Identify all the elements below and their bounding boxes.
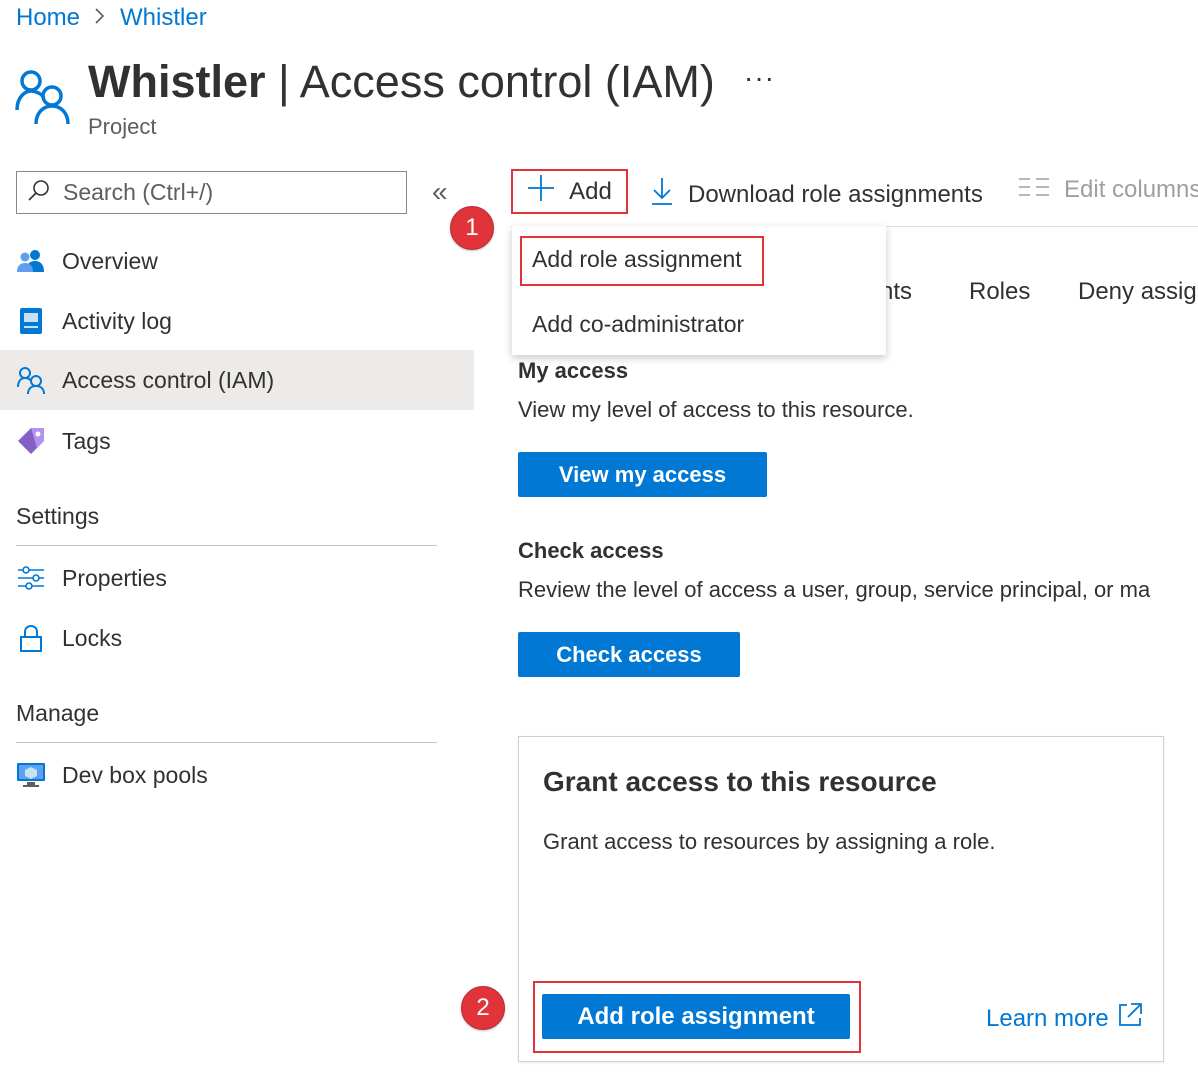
external-link-icon (1117, 1002, 1143, 1035)
edit-columns-button[interactable]: Edit columns (1018, 176, 1198, 204)
iam-header-icon (14, 66, 72, 126)
overview-users-icon (16, 246, 46, 276)
grant-card-title: Grant access to this resource (543, 766, 937, 797)
sidebar-item-label: Tags (62, 427, 111, 454)
iam-people-icon (16, 365, 46, 395)
resource-type: Project (88, 114, 157, 139)
dev-box-icon (16, 760, 46, 790)
sidebar-item-label: Dev box pools (62, 761, 208, 788)
sidebar-item-access-control[interactable]: Access control (IAM) (0, 350, 474, 410)
search-icon (27, 178, 51, 207)
plus-icon (527, 174, 555, 209)
sidebar-item-label: Overview (62, 247, 158, 274)
sidebar-item-label: Activity log (62, 307, 172, 334)
sidebar-item-dev-box-pools[interactable]: Dev box pools (0, 745, 474, 805)
breadcrumb-home[interactable]: Home (16, 4, 80, 32)
search-input[interactable] (61, 178, 395, 207)
sidebar-item-tags[interactable]: Tags (0, 411, 474, 471)
sidebar-item-label: Properties (62, 564, 167, 591)
learn-more-label: Learn more (986, 1004, 1109, 1032)
columns-icon (1018, 176, 1050, 204)
breadcrumb-chevron-icon (94, 5, 106, 31)
settings-heading: Settings (16, 503, 100, 529)
sidebar-item-properties[interactable]: Properties (0, 548, 474, 608)
sidebar-item-locks[interactable]: Locks (0, 608, 474, 668)
my-access-description: View my level of access to this resource… (518, 397, 914, 422)
sidebar-item-activity-log[interactable]: Activity log (0, 291, 474, 351)
page-title: Whistler | Access control (IAM) (88, 56, 715, 108)
add-button[interactable]: Add (511, 169, 628, 214)
more-options-button[interactable]: ··· (744, 62, 775, 94)
settings-divider (16, 545, 437, 546)
edit-columns-label: Edit columns (1064, 176, 1198, 203)
check-access-description: Review the level of access a user, group… (518, 577, 1151, 602)
add-dropdown-menu: Add role assignment Add co-administrator (512, 226, 886, 355)
tag-icon (16, 426, 46, 456)
breadcrumb-current[interactable]: Whistler (120, 4, 207, 32)
title-separator: | (278, 56, 290, 107)
check-access-button[interactable]: Check access (518, 632, 740, 677)
collapse-sidebar-button[interactable]: « (432, 176, 448, 208)
add-button-label: Add (569, 177, 612, 205)
sidebar-item-label: Access control (IAM) (62, 366, 275, 393)
lock-icon (16, 623, 46, 653)
resource-name: Whistler (88, 56, 266, 107)
sidebar-item-label: Locks (62, 624, 123, 651)
search-box[interactable] (16, 171, 407, 214)
menu-item-add-role-assignment[interactable]: Add role assignment (532, 246, 742, 273)
add-role-assignment-button[interactable]: Add role assignment (542, 994, 850, 1039)
tab-roles[interactable]: Roles (969, 278, 1030, 306)
menu-item-add-co-administrator[interactable]: Add co-administrator (532, 311, 744, 338)
my-access-heading: My access (518, 358, 629, 383)
grant-card-description: Grant access to resources by assigning a… (543, 829, 996, 854)
manage-heading: Manage (16, 700, 100, 726)
download-role-assignments-button[interactable]: Download role assignments (650, 176, 983, 213)
learn-more-link[interactable]: Learn more (986, 1002, 1143, 1035)
sliders-icon (16, 563, 46, 593)
download-icon (650, 176, 674, 213)
activity-log-icon (16, 306, 46, 336)
breadcrumb: Home Whistler (16, 4, 207, 32)
download-label: Download role assignments (688, 180, 983, 208)
manage-divider (16, 742, 437, 743)
view-my-access-button[interactable]: View my access (518, 452, 767, 497)
page-name: Access control (IAM) (299, 56, 715, 107)
check-access-heading: Check access (518, 538, 664, 563)
step-badge-1: 1 (450, 206, 494, 250)
sidebar-item-overview[interactable]: Overview (0, 231, 474, 291)
tab-deny-assignments[interactable]: Deny assig (1078, 278, 1197, 306)
step-badge-2: 2 (461, 986, 505, 1030)
